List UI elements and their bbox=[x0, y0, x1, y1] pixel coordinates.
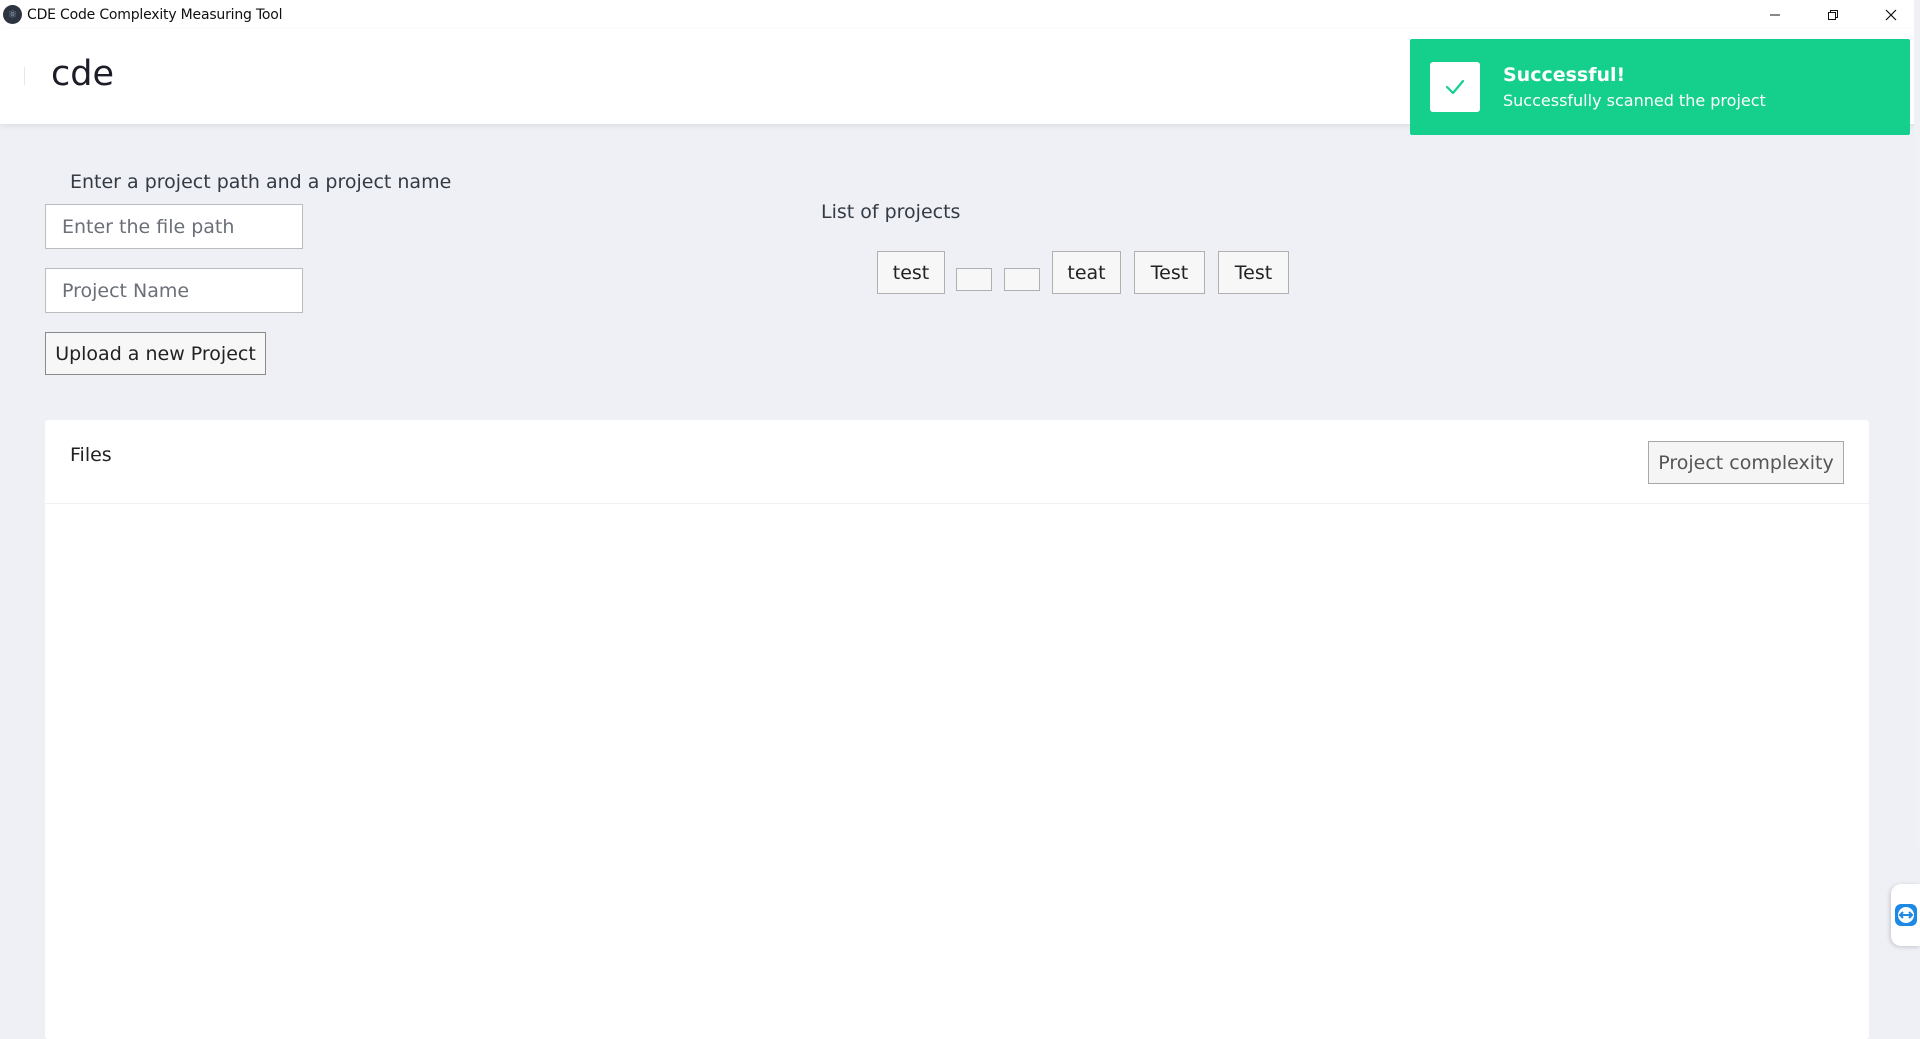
files-panel-header: Files Project complexity bbox=[45, 420, 1869, 504]
check-icon bbox=[1430, 62, 1480, 112]
projects-list-label: List of projects bbox=[821, 201, 961, 223]
project-button[interactable] bbox=[956, 268, 992, 291]
files-panel: Files Project complexity bbox=[45, 420, 1869, 1039]
minimize-button[interactable] bbox=[1746, 0, 1804, 29]
header-divider bbox=[24, 67, 25, 85]
project-name-input[interactable] bbox=[45, 268, 303, 313]
toast-title: Successful! bbox=[1503, 64, 1626, 86]
window-titlebar: ⚛ CDE Code Complexity Measuring Tool bbox=[0, 0, 1920, 29]
file-path-input[interactable] bbox=[45, 204, 303, 249]
toast-text: Successful! Successfully scanned the pro… bbox=[1503, 64, 1766, 110]
project-button[interactable] bbox=[1004, 268, 1040, 291]
success-toast[interactable]: Successful! Successfully scanned the pro… bbox=[1410, 39, 1910, 135]
scrollbar-track[interactable] bbox=[1914, 0, 1920, 850]
brand-title[interactable]: cde bbox=[51, 54, 114, 94]
window-controls bbox=[1746, 0, 1920, 29]
files-title: Files bbox=[70, 444, 112, 466]
form-label: Enter a project path and a project name bbox=[70, 171, 452, 193]
project-button[interactable]: Test bbox=[1134, 251, 1205, 294]
app-logo-icon: ⚛ bbox=[3, 5, 22, 24]
minimize-icon bbox=[1770, 14, 1780, 15]
project-button[interactable]: Test bbox=[1218, 251, 1289, 294]
upload-project-button[interactable]: Upload a new Project bbox=[45, 332, 266, 375]
project-button[interactable]: teat bbox=[1052, 251, 1121, 294]
restore-icon bbox=[1828, 9, 1838, 20]
remote-support-icon bbox=[1894, 904, 1917, 926]
close-button[interactable] bbox=[1862, 0, 1920, 29]
toast-message: Successfully scanned the project bbox=[1503, 91, 1766, 110]
window-title: CDE Code Complexity Measuring Tool bbox=[27, 6, 283, 23]
project-button[interactable]: test bbox=[877, 251, 945, 294]
close-icon bbox=[1885, 9, 1897, 20]
remote-support-widget[interactable] bbox=[1891, 884, 1920, 946]
restore-button[interactable] bbox=[1804, 0, 1862, 29]
project-complexity-button[interactable]: Project complexity bbox=[1648, 441, 1844, 484]
